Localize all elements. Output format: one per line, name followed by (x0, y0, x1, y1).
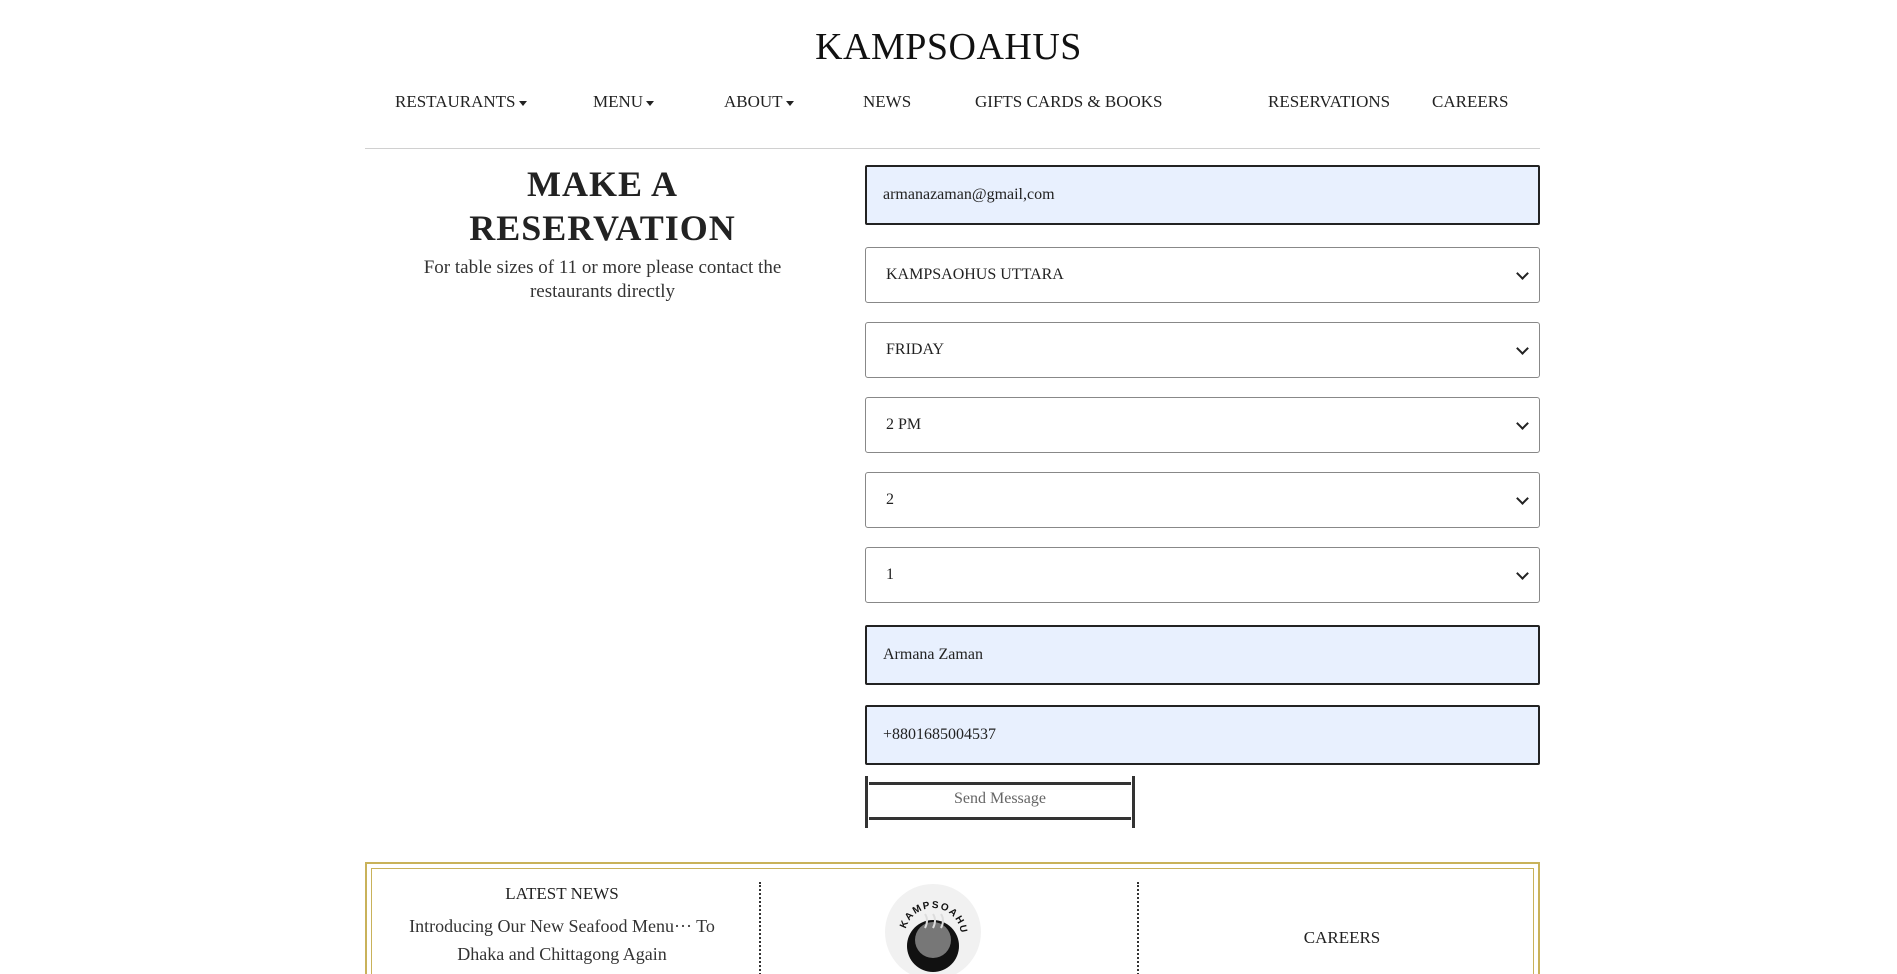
nav-careers-label: CAREERS (1432, 92, 1509, 111)
tables-select-value: 1 (886, 566, 894, 583)
nav-menu[interactable]: MENU (593, 92, 655, 112)
nav-restaurants[interactable]: RESTAURANTS (395, 92, 527, 112)
nav-reservations[interactable]: RESERVATIONS (1268, 92, 1390, 112)
restaurant-select-value: KAMPSAOHUS UTTARA (886, 266, 1064, 283)
chevron-down-icon (1516, 267, 1529, 280)
day-select-value: FRIDAY (886, 341, 945, 358)
time-select[interactable]: 2 PM (865, 397, 1540, 453)
chevron-down-icon (1516, 567, 1529, 580)
send-message-label: Send Message (954, 790, 1046, 807)
page: KAMPSOAHUS RESTAURANTS MENU ABOUT NEWS G… (0, 0, 1897, 974)
caret-down-icon (646, 100, 655, 106)
reservation-subtitle: For table sizes of 11 or more please con… (423, 257, 782, 302)
kampsoahus-logo-icon: KAMPSOAHUS (881, 876, 979, 974)
nav-about[interactable]: ABOUT (724, 92, 794, 112)
nav-gift-cards-books[interactable]: GIFTS CARDS & BOOKS (975, 92, 1163, 112)
nav-news-label: NEWS (863, 92, 912, 111)
main-nav: RESTAURANTS MENU ABOUT NEWS GIFTS CARDS … (365, 92, 1540, 120)
name-field[interactable]: Armana Zaman (865, 625, 1540, 685)
tables-select[interactable]: 1 (865, 547, 1540, 603)
footer-careers-link[interactable]: CAREERS (1167, 928, 1517, 948)
nav-restaurants-label: RESTAURANTS (395, 92, 516, 111)
latest-news-heading: LATEST NEWS (505, 884, 619, 903)
footer-divider-right (1137, 882, 1139, 974)
footer-logo[interactable]: KAMPSOAHUS (881, 876, 981, 974)
email-field[interactable]: armanazaman@gmail,com (865, 165, 1540, 225)
time-select-value: 2 PM (886, 416, 922, 433)
footer-latest-news: LATEST NEWS Introducing Our New Seafood … (387, 882, 737, 968)
page-title: MAKE A RESERVATION (469, 164, 736, 248)
footer-divider-left (759, 882, 761, 974)
restaurant-select[interactable]: KAMPSAOHUS UTTARA (865, 247, 1540, 303)
chevron-down-icon (1516, 342, 1529, 355)
nav-careers[interactable]: CAREERS (1432, 92, 1509, 112)
nav-gift-cards-books-label: GIFTS CARDS & BOOKS (975, 92, 1163, 111)
reservation-intro: MAKE A RESERVATION For table sizes of 11… (390, 162, 815, 304)
chevron-down-icon (1516, 492, 1529, 505)
guests-select[interactable]: 2 (865, 472, 1540, 528)
footer-careers: CAREERS (1167, 928, 1517, 948)
nav-about-label: ABOUT (724, 92, 783, 111)
send-message-button[interactable]: Send Message (865, 776, 1135, 828)
chevron-down-icon (1516, 417, 1529, 430)
caret-down-icon (518, 100, 527, 106)
guests-select-value: 2 (886, 491, 894, 508)
nav-menu-label: MENU (593, 92, 644, 111)
header-divider (365, 148, 1540, 149)
nav-reservations-label: RESERVATIONS (1268, 92, 1391, 111)
latest-news-link[interactable]: Introducing Our New Seafood Menu··· To D… (387, 912, 737, 968)
phone-field[interactable]: +8801685004537 (865, 705, 1540, 765)
nav-news[interactable]: NEWS (863, 92, 911, 112)
day-select[interactable]: FRIDAY (865, 322, 1540, 378)
site-footer: LATEST NEWS Introducing Our New Seafood … (365, 862, 1540, 974)
caret-down-icon (785, 100, 794, 106)
site-brand[interactable]: KAMPSOAHUS (0, 25, 1897, 69)
